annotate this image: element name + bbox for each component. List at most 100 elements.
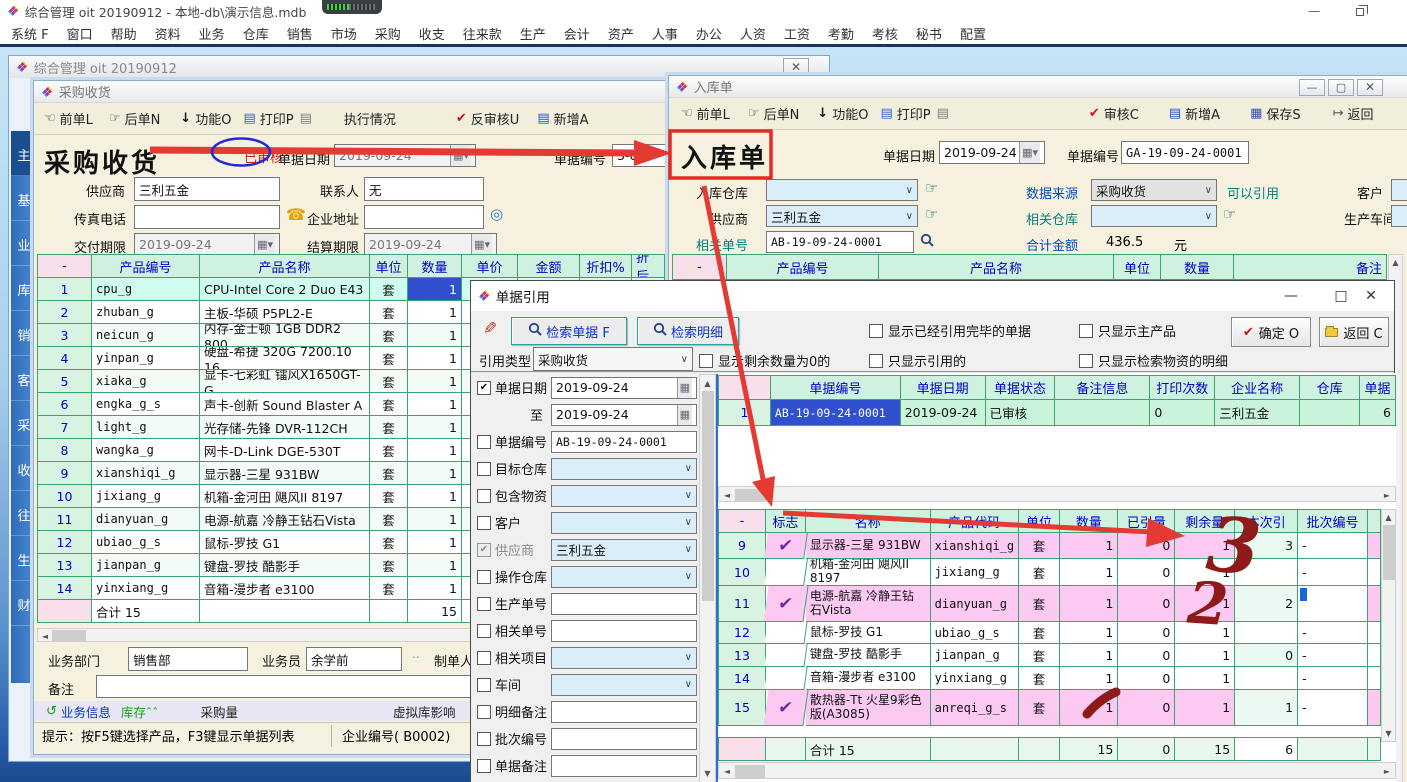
table-row[interactable]: 10机箱-金河田 飓风II 8197jixiang_g套101- [719, 559, 1381, 586]
search-detail-button[interactable]: 检索明细 [637, 317, 739, 345]
filter-input[interactable]: ∨ [551, 458, 697, 480]
checkbox-box[interactable] [869, 324, 883, 338]
filter-input[interactable] [551, 620, 697, 642]
filter-checkbox[interactable] [477, 624, 491, 638]
filter-checkbox[interactable] [477, 678, 491, 692]
menu-item-采购[interactable]: 采购 [366, 24, 410, 43]
scroll-thumb[interactable] [702, 391, 714, 601]
menu-item-帮助[interactable]: 帮助 [102, 24, 146, 43]
person-field[interactable]: 余学前 [306, 647, 402, 671]
menu-item-窗口[interactable]: 窗口 [58, 24, 102, 43]
search-doc-button[interactable]: 检索单据 F [511, 317, 627, 345]
scroll-left-icon[interactable]: ◄ [722, 767, 732, 776]
toolbar-button-打印P[interactable]: ▤打印P [243, 109, 293, 128]
filter-checkbox[interactable] [477, 489, 491, 503]
menu-item-系统 F[interactable]: 系统 F [2, 24, 58, 43]
mdi-child-close-button[interactable]: ✕ [783, 58, 809, 76]
checkbox-只显示检索物资的明细[interactable]: 只显示检索物资的明细 [1079, 351, 1228, 370]
menu-item-往来款[interactable]: 往来款 [454, 24, 511, 43]
menu-item-收支[interactable]: 收支 [410, 24, 454, 43]
menu-item-业务[interactable]: 业务 [190, 24, 234, 43]
workshop-field[interactable] [1391, 205, 1407, 227]
calendar-icon[interactable]: ▦ [677, 405, 692, 425]
supplier-field[interactable]: 三利五金 [134, 177, 280, 201]
toolbar-button-返回[interactable]: ↦返回 [1333, 104, 1374, 123]
menu-item-销售[interactable]: 销售 [278, 24, 322, 43]
menu-item-会计[interactable]: 会计 [555, 24, 599, 43]
purchase-date-field[interactable]: 2019-09-24 ▦▾ [334, 144, 476, 167]
menu-item-考勤[interactable]: 考勤 [819, 24, 863, 43]
checkbox-box[interactable] [869, 354, 883, 368]
restore-button[interactable] [1345, 2, 1375, 20]
scroll-thumb[interactable] [1383, 525, 1395, 580]
menu-item-资产[interactable]: 资产 [599, 24, 643, 43]
table-row[interactable]: 13键盘-罗技 酷影手jianpan_g套1010- [719, 644, 1381, 667]
filter-input[interactable] [551, 728, 697, 750]
fax-field[interactable] [134, 205, 280, 229]
filter-input[interactable]: 三利五金∨ [551, 539, 697, 561]
reference-close-button[interactable]: ✕ [1351, 281, 1391, 311]
dept-field[interactable]: 销售部 [128, 647, 248, 671]
checkbox-显示剩余数量为0的[interactable]: 显示剩余数量为0的 [699, 351, 830, 370]
scroll-down-icon[interactable]: ▼ [1382, 729, 1395, 738]
toolbar-button-后单N[interactable]: ☞后单N [109, 109, 160, 128]
globe-icon[interactable]: ◎ [490, 205, 503, 223]
stock-link[interactable]: 库存ˆˆ [121, 702, 159, 721]
scroll-thumb[interactable] [52, 630, 86, 641]
table-row[interactable]: 11✔电源-航嘉 冷静王钻石Vistadianyuan_g套1012 [719, 586, 1381, 622]
filter-checkbox[interactable] [477, 381, 491, 395]
settle-date-field[interactable]: 2019-09-24▦▾ [364, 233, 497, 256]
related-warehouse-dropdown[interactable]: ∨ [1091, 205, 1217, 227]
toolbar-button-执行情况[interactable]: 执行情况 [344, 109, 396, 128]
inbound-titlebar[interactable]: ❖ 入库单 [669, 76, 1407, 98]
scroll-up-icon[interactable]: ▲ [1382, 513, 1395, 522]
filter-input[interactable]: ∨ [551, 674, 697, 696]
toolbar-button-保存S[interactable]: ▦保存S [1250, 104, 1301, 123]
filter-input[interactable]: ∨ [551, 566, 697, 588]
filter-input[interactable]: ∨ [551, 512, 697, 534]
minimize-button[interactable]: — [1299, 2, 1329, 20]
hand-pointer-icon[interactable]: ☞ [1223, 205, 1236, 223]
ok-button[interactable]: ✔ 确定 O [1231, 317, 1311, 347]
table-row[interactable]: 14音箱-漫步者 e3100yinxiang_g套101- [719, 667, 1381, 690]
pen-icon[interactable]: ✎ [483, 319, 497, 339]
doc-hscrollbar[interactable]: ◄ ► [718, 486, 1396, 502]
menu-item-办公[interactable]: 办公 [687, 24, 731, 43]
calendar-icon[interactable]: ▦▾ [254, 234, 275, 255]
filter-input[interactable]: AB-19-09-24-0001 [551, 431, 697, 453]
purchase-titlebar[interactable]: ❖ 采购收货 [34, 81, 667, 103]
calendar-icon[interactable]: ▦▾ [471, 234, 492, 255]
table-row[interactable]: 12鼠标-罗技 G1ubiao_g_s套101- [719, 622, 1381, 644]
menu-item-配置[interactable]: 配置 [951, 24, 995, 43]
menu-item-人资[interactable]: 人资 [731, 24, 775, 43]
menu-item-资料[interactable]: 资料 [146, 24, 190, 43]
toolbar-button-前单L[interactable]: ☜前单L [681, 104, 730, 123]
toolbar-button-功能O[interactable]: ↓功能O [817, 104, 868, 123]
reference-minimize-button[interactable]: — [1271, 281, 1311, 311]
inbound-supplier-dropdown[interactable]: 三利五金∨ [766, 205, 918, 227]
filter-input[interactable]: 2019-09-24▦ [551, 404, 697, 426]
filter-input[interactable]: ∨ [551, 485, 697, 507]
filter-input[interactable]: ∨ [551, 647, 697, 669]
menu-item-工资[interactable]: 工资 [775, 24, 819, 43]
hand-pointer-icon[interactable]: ☞ [925, 179, 938, 197]
filter-checkbox[interactable] [477, 462, 491, 476]
refresh-icon[interactable]: ↺ [46, 704, 57, 719]
scroll-left-icon[interactable]: ◄ [40, 632, 50, 641]
main-titlebar[interactable]: ❖ 综合管理 oit 20190912 - 本地-db\演示信息.mdb — [0, 0, 1407, 22]
scroll-up-icon[interactable]: ▲ [1389, 258, 1402, 267]
toolbar-button-后单N[interactable]: ☞后单N [748, 104, 799, 123]
inbound-minimize-button[interactable]: — [1299, 79, 1325, 96]
scroll-right-icon[interactable]: ► [1382, 491, 1392, 500]
filter-checkbox[interactable] [477, 597, 491, 611]
detail-vscrollbar[interactable]: ▲ ▼ [1381, 509, 1396, 742]
detail-hscrollbar[interactable]: ◄ ► [718, 762, 1396, 779]
toolbar-button-审核C[interactable]: ✔审核C [1089, 104, 1139, 123]
phone-icon[interactable]: ☎ [286, 205, 306, 224]
menu-item-仓库[interactable]: 仓库 [234, 24, 278, 43]
inbound-date-field[interactable]: 2019-09-24▦▾ [939, 141, 1045, 164]
checkbox-只显示引用的[interactable]: 只显示引用的 [869, 351, 966, 370]
checkbox-显示已经引用完毕的单据[interactable]: 显示已经引用完毕的单据 [869, 321, 1031, 340]
filter-checkbox[interactable] [477, 651, 491, 665]
scroll-down-icon[interactable]: ▼ [701, 769, 714, 778]
